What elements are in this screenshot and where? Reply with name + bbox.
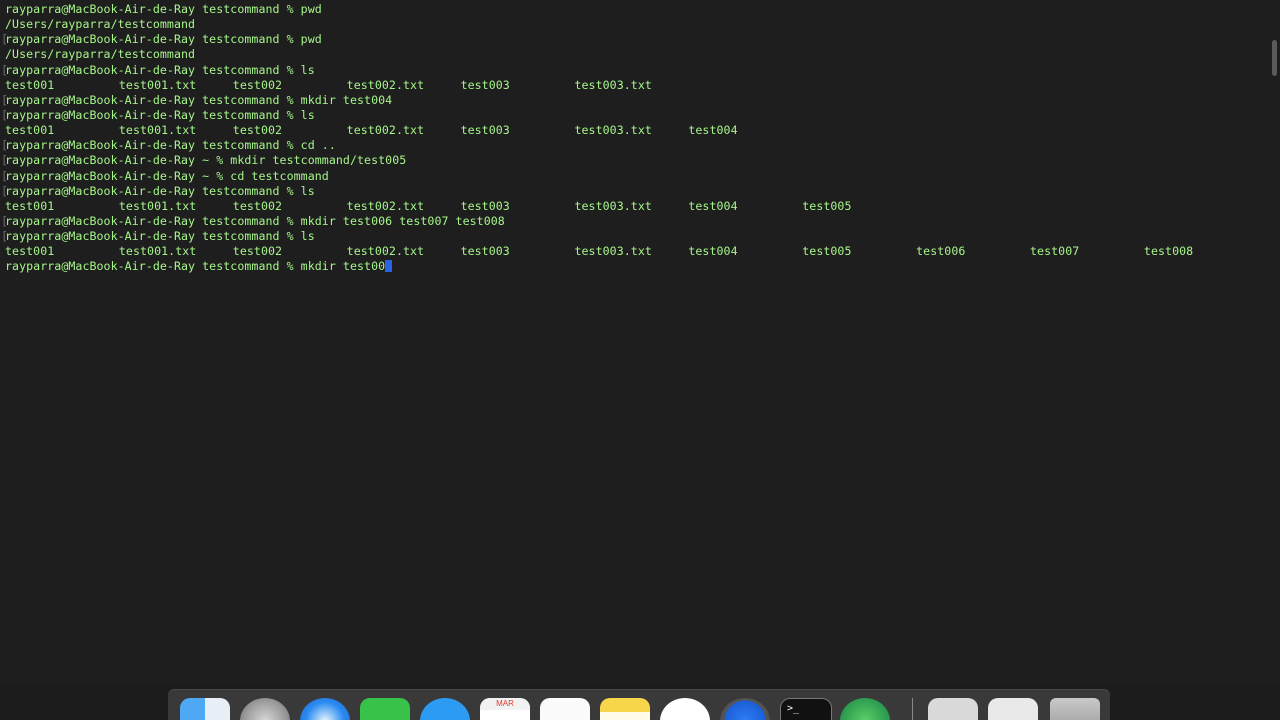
terminal-output[interactable]: rayparra@MacBook-Air-de-Ray testcommand … — [1, 2, 1269, 275]
terminal-line: [rayparra@MacBook-Air-de-Ray ~ % mkdir t… — [1, 153, 1269, 168]
terminal-line: /Users/rayparra/testcommand — [5, 17, 1269, 32]
ls-entry: test003 — [460, 123, 510, 138]
ls-entry: test003.txt — [574, 198, 652, 213]
ls-entry: test002 — [232, 77, 283, 92]
ls-entry: test008 — [1143, 244, 1194, 259]
ls-output-line: test001 test001.txt test002 test002.txt test… — [5, 199, 1269, 214]
terminal-prompt-glyph: >_ — [787, 703, 800, 714]
dock: MAR >_ — [168, 689, 1110, 720]
ls-entry: test001.txt — [118, 244, 197, 259]
ls-entry: test002 — [232, 123, 283, 138]
ls-entry: test002.txt — [346, 244, 425, 259]
terminal-line: rayparra@MacBook-Air-de-Ray testcommand … — [5, 259, 1269, 274]
ls-entry: test007 — [1030, 244, 1080, 259]
ls-entry: test003.txt — [574, 123, 652, 138]
ls-entry: test003 — [460, 198, 510, 213]
line-marker: [ — [1, 92, 9, 107]
app-store-icon[interactable] — [720, 698, 770, 720]
line-marker: [ — [1, 168, 9, 183]
terminal-line: [rayparra@MacBook-Air-de-Ray testcommand… — [1, 62, 1269, 78]
line-text: rayparra@MacBook-Air-de-Ray testcommand … — [5, 213, 505, 228]
line-text: rayparra@MacBook-Air-de-Ray testcommand … — [5, 62, 315, 77]
ls-entry: test003 — [460, 244, 510, 259]
ls-entry: test006 — [916, 244, 966, 259]
terminal-line: [rayparra@MacBook-Air-de-Ray testcommand… — [1, 183, 1269, 199]
line-marker: [ — [1, 183, 9, 198]
line-text: rayparra@MacBook-Air-de-Ray ~ % mkdir te… — [5, 153, 407, 168]
documents-stack-icon[interactable] — [928, 698, 978, 720]
downloads-stack-icon[interactable] — [988, 698, 1038, 720]
ls-entry: test001 — [5, 123, 55, 138]
line-text: rayparra@MacBook-Air-de-Ray testcommand … — [5, 2, 322, 16]
ls-entry: test005 — [802, 198, 852, 213]
line-marker: [ — [1, 32, 9, 47]
terminal-line: [rayparra@MacBook-Air-de-Ray ~ % cd test… — [1, 168, 1269, 184]
line-text: rayparra@MacBook-Air-de-Ray testcommand … — [5, 183, 315, 198]
line-text: rayparra@MacBook-Air-de-Ray ~ % cd testc… — [5, 168, 329, 183]
ls-output-line: test001 test001.txt test002 test002.txt test… — [5, 123, 1269, 138]
terminal-scrollbar[interactable] — [1271, 0, 1279, 686]
terminal-line: [rayparra@MacBook-Air-de-Ray testcommand… — [1, 92, 1269, 108]
ls-entry: test002.txt — [346, 77, 425, 92]
text-cursor — [385, 260, 393, 273]
terminal-line: [rayparra@MacBook-Air-de-Ray testcommand… — [1, 229, 1269, 244]
ls-entry: test005 — [802, 244, 852, 259]
ls-entry: test002.txt — [346, 198, 425, 213]
ls-output-line: test001 test001.txt test002 test002.txt test… — [5, 78, 1269, 93]
line-text: rayparra@MacBook-Air-de-Ray testcommand … — [5, 32, 322, 47]
current-command-line: rayparra@MacBook-Air-de-Ray testcommand … — [5, 259, 386, 274]
ls-entry: test003.txt — [574, 244, 652, 259]
line-text: rayparra@MacBook-Air-de-Ray testcommand … — [5, 229, 315, 244]
notes-icon[interactable] — [600, 698, 650, 720]
line-text: /Users/rayparra/testcommand — [5, 47, 196, 62]
line-marker: [ — [1, 138, 9, 153]
ls-entry: test001 — [5, 77, 55, 92]
itunes-icon[interactable] — [660, 698, 710, 720]
terminal-line: [rayparra@MacBook-Air-de-Ray testcommand… — [1, 107, 1269, 123]
ls-entry: test003.txt — [574, 77, 652, 92]
line-text: rayparra@MacBook-Air-de-Ray testcommand … — [5, 138, 336, 153]
atom-icon[interactable] — [840, 698, 890, 720]
calendar-month-label: MAR — [480, 698, 530, 710]
line-text: /Users/rayparra/testcommand — [5, 17, 196, 32]
line-text: rayparra@MacBook-Air-de-Ray testcommand … — [5, 92, 393, 107]
ls-entry: test004 — [688, 244, 738, 259]
terminal-window[interactable]: rayparra@MacBook-Air-de-Ray testcommand … — [0, 0, 1280, 686]
ls-entry: test001.txt — [118, 77, 197, 92]
ls-entry: test001 — [5, 198, 55, 213]
terminal-line: [rayparra@MacBook-Air-de-Ray testcommand… — [1, 138, 1269, 153]
launchpad-icon[interactable] — [240, 698, 290, 720]
trash-icon[interactable] — [1050, 698, 1100, 720]
ls-entry: test002 — [232, 198, 283, 213]
line-text: rayparra@MacBook-Air-de-Ray testcommand … — [5, 107, 315, 122]
terminal-line: [rayparra@MacBook-Air-de-Ray testcommand… — [1, 32, 1269, 47]
line-marker: [ — [1, 229, 9, 244]
terminal-line: rayparra@MacBook-Air-de-Ray testcommand … — [5, 2, 1269, 17]
ls-entry: test004 — [688, 198, 738, 213]
line-marker: [ — [1, 153, 9, 168]
ls-entry: test001 — [5, 244, 55, 259]
ls-output-line: test001 test001.txt test002 test002.txt test… — [5, 244, 1269, 259]
line-marker: [ — [1, 107, 9, 122]
safari-icon[interactable] — [300, 698, 350, 720]
calendar-icon[interactable]: MAR — [480, 698, 530, 720]
ls-entry: test004 — [688, 123, 738, 138]
ls-entry: test001.txt — [118, 198, 197, 213]
finder-icon[interactable] — [180, 698, 230, 720]
terminal-icon[interactable]: >_ — [780, 698, 832, 720]
terminal-line: /Users/rayparra/testcommand — [5, 47, 1269, 62]
line-marker: [ — [1, 213, 9, 228]
facetime-icon[interactable] — [360, 698, 410, 720]
reminders-icon[interactable] — [540, 698, 590, 720]
dock-separator — [912, 698, 913, 720]
scrollbar-thumb[interactable] — [1272, 40, 1277, 76]
terminal-line: [rayparra@MacBook-Air-de-Ray testcommand… — [1, 213, 1269, 229]
ls-entry: test001.txt — [118, 123, 197, 138]
line-marker: [ — [1, 62, 9, 77]
ls-entry: test003 — [460, 77, 510, 92]
messages-icon[interactable] — [420, 698, 470, 720]
ls-entry: test002.txt — [346, 123, 425, 138]
ls-entry: test002 — [232, 244, 283, 259]
